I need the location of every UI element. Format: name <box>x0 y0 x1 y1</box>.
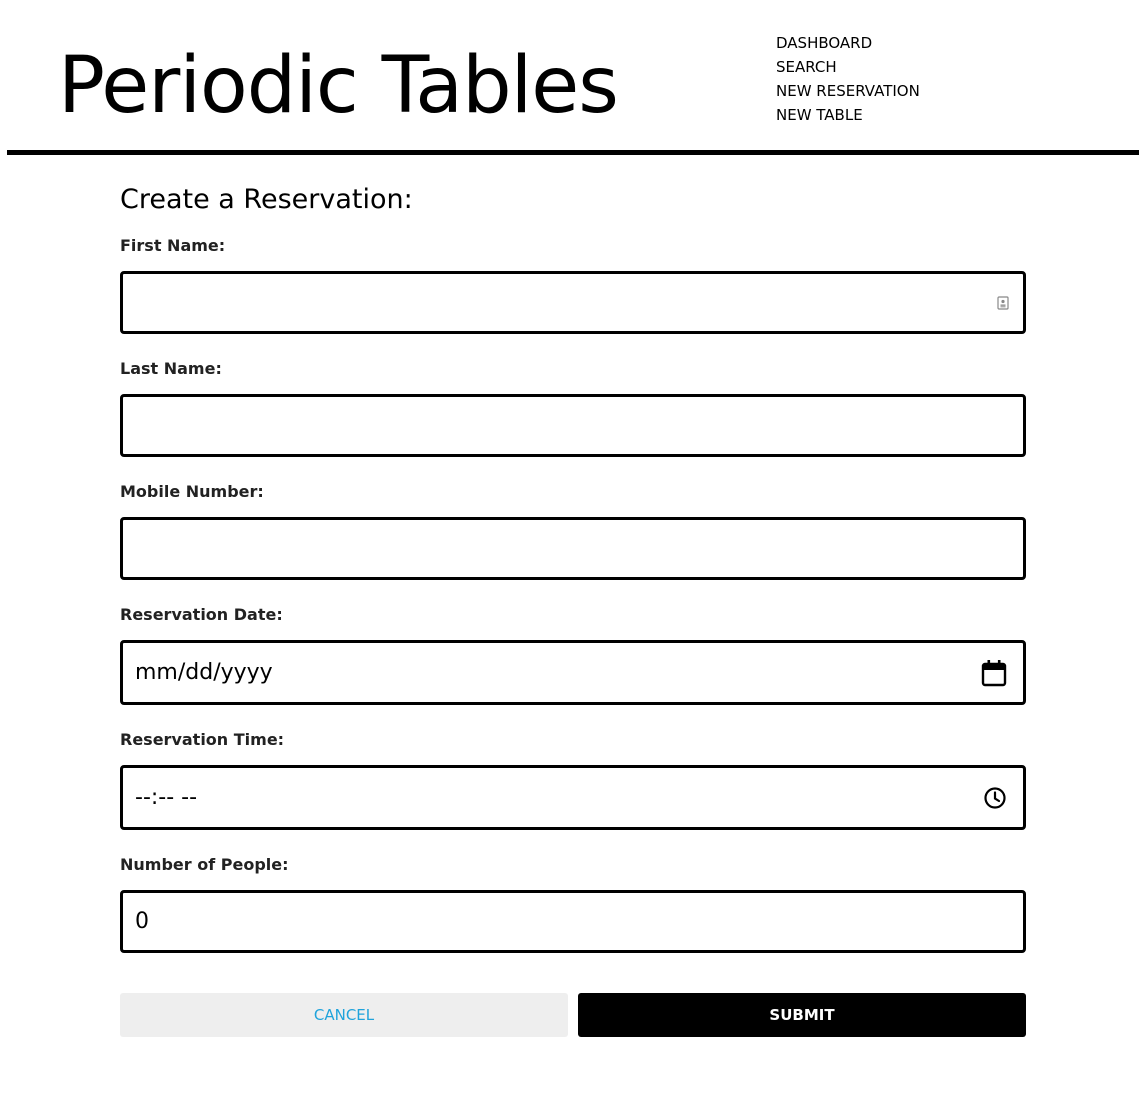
nav-item-new-table[interactable]: NEW TABLE <box>776 103 920 127</box>
main-nav: DASHBOARD SEARCH NEW RESERVATION NEW TAB… <box>776 31 920 127</box>
last-name-label: Last Name: <box>120 359 222 378</box>
people-input[interactable] <box>123 893 1023 950</box>
people-field-box <box>120 890 1026 953</box>
mobile-number-input[interactable] <box>123 520 1023 577</box>
contact-card-icon <box>997 295 1009 310</box>
submit-button[interactable]: SUBMIT <box>578 993 1026 1037</box>
last-name-input[interactable] <box>123 397 1023 454</box>
app-title: Periodic Tables <box>58 41 619 131</box>
calendar-icon[interactable] <box>981 659 1007 687</box>
reservation-date-input[interactable] <box>123 643 1023 702</box>
reservation-time-input[interactable] <box>123 768 1023 827</box>
mobile-number-field-box <box>120 517 1026 580</box>
mobile-number-label: Mobile Number: <box>120 482 264 501</box>
nav-item-dashboard[interactable]: DASHBOARD <box>776 31 920 55</box>
people-label: Number of People: <box>120 855 289 874</box>
clock-icon[interactable] <box>983 786 1007 810</box>
nav-item-new-reservation[interactable]: NEW RESERVATION <box>776 79 920 103</box>
reservation-form: Create a Reservation: First Name: Last N… <box>120 180 1026 1037</box>
header-divider <box>7 150 1139 155</box>
first-name-field-box <box>120 271 1026 334</box>
last-name-field-box <box>120 394 1026 457</box>
first-name-label: First Name: <box>120 236 226 255</box>
form-heading: Create a Reservation: <box>120 184 413 215</box>
first-name-input[interactable] <box>123 274 1023 331</box>
nav-item-search[interactable]: SEARCH <box>776 55 920 79</box>
cancel-button[interactable]: CANCEL <box>120 993 568 1037</box>
app-header: Periodic Tables DASHBOARD SEARCH NEW RES… <box>0 0 1146 152</box>
reservation-date-field-box <box>120 640 1026 705</box>
reservation-time-field-box <box>120 765 1026 830</box>
reservation-date-label: Reservation Date: <box>120 605 283 624</box>
reservation-time-label: Reservation Time: <box>120 730 285 749</box>
